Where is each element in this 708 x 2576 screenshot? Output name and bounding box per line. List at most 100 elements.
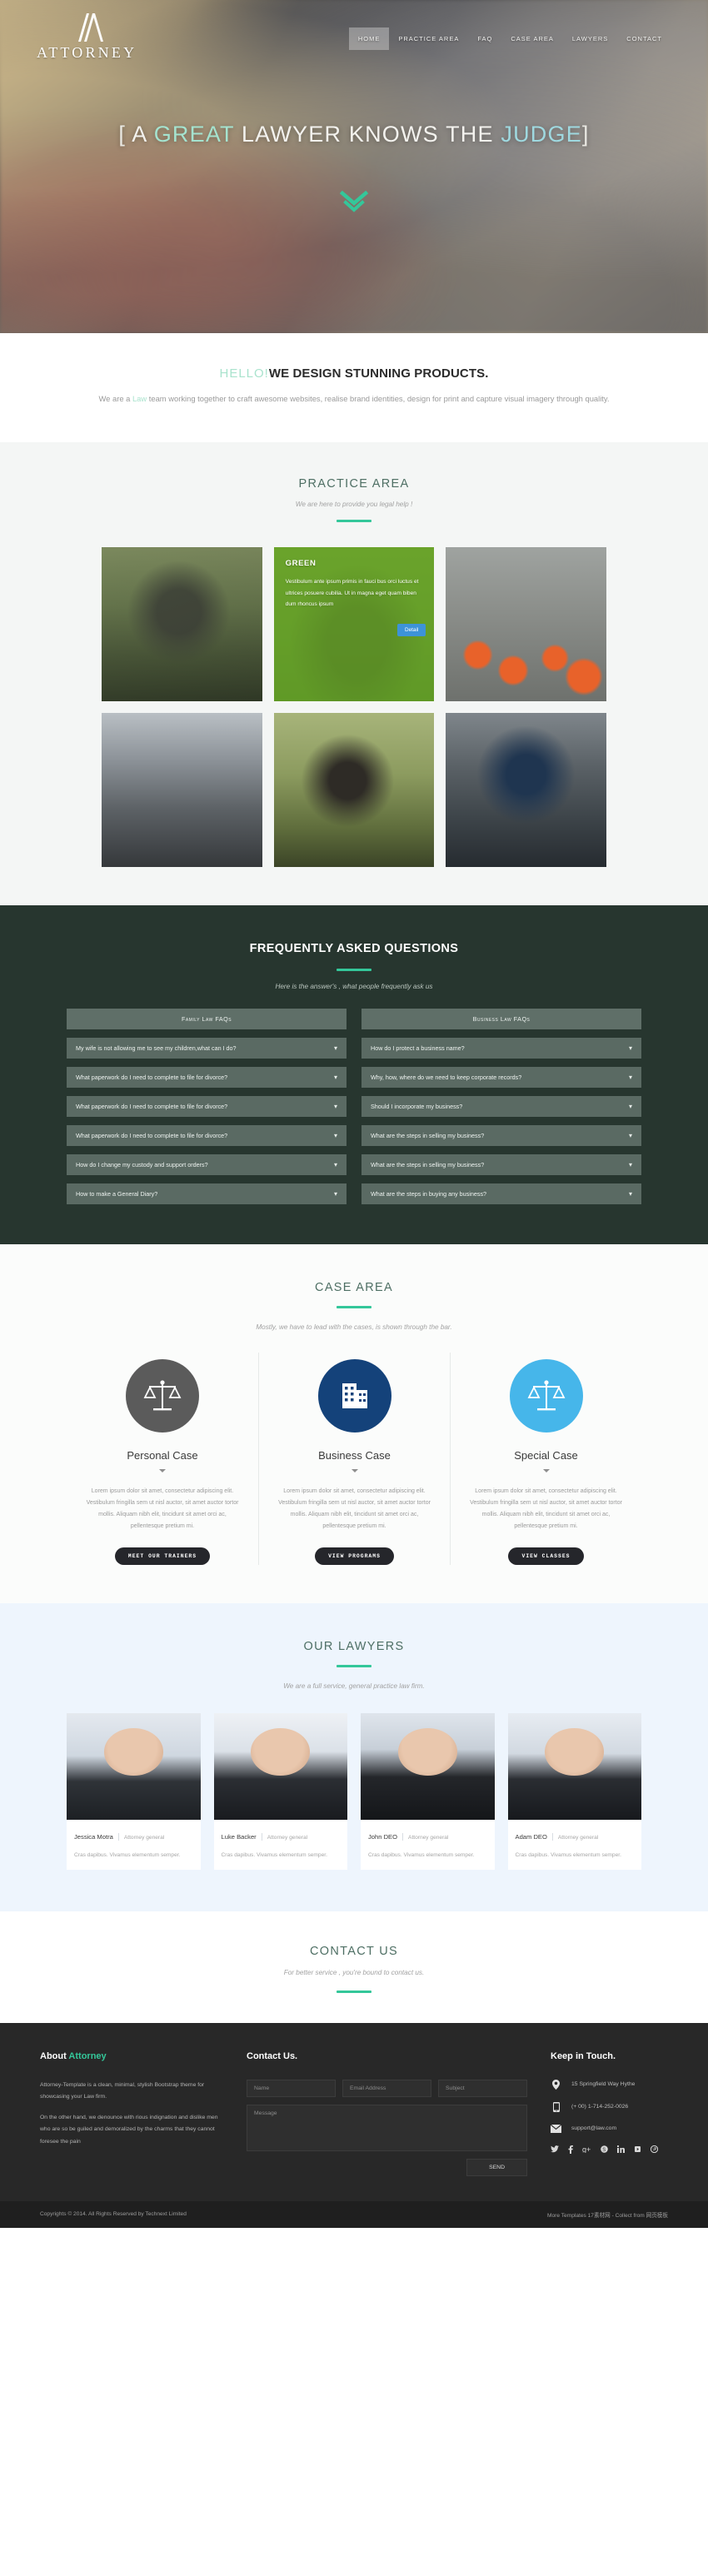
view-classes-button[interactable]: VIEW CLASSES	[508, 1547, 584, 1566]
contact-us-subtitle: For better service , you're bound to con…	[283, 1968, 425, 1976]
practice-tile-text: Vestibulum ante ipsum primis in fauci bu…	[285, 579, 419, 607]
contact-us-title: CONTACT US	[310, 1944, 398, 1958]
lawyer-description: Cras dapibus. Vivamus elementum semper.	[368, 1852, 475, 1859]
faq-question-text: How do I change my custody and support o…	[76, 1161, 208, 1169]
faq-accordion-item[interactable]: What are the steps in selling my busines…	[361, 1125, 641, 1147]
scroll-down-button[interactable]	[0, 191, 708, 217]
practice-tile[interactable]	[446, 547, 606, 702]
section-divider-rule	[337, 1990, 371, 1993]
practice-tile[interactable]	[446, 713, 606, 868]
lawyer-name: Adam DEO	[516, 1833, 553, 1841]
lawyer-card[interactable]: John DEO Attorney general Cras dapibus. V…	[361, 1713, 495, 1870]
chevron-down-icon: ▾	[333, 1190, 337, 1198]
faq-accordion-item[interactable]: What paperwork do I need to complete to …	[67, 1067, 347, 1089]
faq-column-business-law: Business Law FAQs How do I protect a bus…	[361, 1009, 641, 1205]
subject-input[interactable]	[438, 2079, 527, 2097]
hero-close-bracket: ]	[581, 122, 590, 147]
site-logo[interactable]: ATTORNEY	[37, 12, 137, 62]
contact-us-header-section: CONTACT US For better service , you're b…	[0, 1911, 708, 2023]
faq-accordion-item[interactable]: What are the steps in buying any busines…	[361, 1183, 641, 1205]
faq-accordion-item[interactable]: How to make a General Diary? ▾	[67, 1183, 347, 1205]
lawyer-card[interactable]: Luke Backer Attorney general Cras dapibus…	[213, 1713, 348, 1870]
practice-area-title: PRACTICE AREA	[298, 477, 410, 491]
case-area-subtitle: Mostly, we have to lead with the cases, …	[256, 1323, 452, 1332]
case-area-header: CASE AREA Mostly, we have to lead with t…	[0, 1281, 708, 1331]
faq-accordion-item[interactable]: How do I change my custody and support o…	[67, 1154, 347, 1176]
case-card-text: Lorem ipsum dolor sit amet, consectetur …	[278, 1488, 431, 1530]
case-area-section: CASE AREA Mostly, we have to lead with t…	[0, 1244, 708, 1604]
email-input[interactable]	[342, 2079, 431, 2097]
lawyer-portrait	[213, 1713, 347, 1821]
contact-form-heading: Contact Us.	[247, 2050, 298, 2061]
lawyer-description: Cras dapibus. Vivamus elementum semper.	[515, 1852, 621, 1859]
intro-heading: HELLO!WE DESIGN STUNNING PRODUCTS.	[75, 366, 633, 381]
send-button[interactable]: SEND	[466, 2158, 527, 2176]
faq-accordion-item[interactable]: What paperwork do I need to complete to …	[67, 1096, 347, 1118]
case-area-cards: Personal Case Lorem ipsum dolor sit amet…	[67, 1353, 641, 1566]
practice-tile[interactable]	[102, 547, 262, 702]
faq-accordion-item[interactable]: Why, how, where do we need to keep corpo…	[361, 1067, 641, 1089]
practice-tile[interactable]	[273, 713, 435, 868]
lawyer-portrait	[507, 1713, 641, 1821]
chevron-down-icon: ▾	[333, 1074, 337, 1082]
practice-tile[interactable]	[102, 713, 262, 868]
pinterest-icon[interactable]	[651, 2145, 658, 2154]
lawyer-meta: Luke Backer Attorney general Cras dapibus…	[214, 1820, 348, 1861]
lawyers-subtitle: We are a full service, general practice …	[283, 1682, 425, 1691]
scales-of-justice-icon	[509, 1359, 583, 1433]
footer-keep-in-touch-column: Keep in Touch. 15 Springfield Way Hythe …	[551, 2051, 708, 2176]
phone-row: (+ 00) 1-714-252-0026	[551, 2101, 708, 2112]
faq-accordion-item[interactable]: Should I incorporate my business? ▾	[361, 1096, 641, 1118]
case-card-text: Lorem ipsum dolor sit amet, consectetur …	[86, 1488, 239, 1530]
view-programs-button[interactable]: VIEW PROGRAMS	[315, 1547, 394, 1566]
main-navigation: HOME PRACTICE AREA FAQ CASE AREA LAWYERS…	[348, 27, 671, 50]
case-card-text: Lorem ipsum dolor sit amet, consectetur …	[470, 1488, 622, 1530]
lawyer-card[interactable]: Jessica Motra Attorney general Cras dapib…	[67, 1713, 201, 1870]
practice-area-subtitle: We are here to provide you legal help !	[295, 501, 413, 509]
office-building-icon	[317, 1359, 391, 1433]
faq-accordion-item[interactable]: What paperwork do I need to complete to …	[67, 1125, 347, 1147]
more-templates-text: More Templates 17素材网 - Collect from 网页模板	[547, 2212, 668, 2219]
practice-tile-green-hovered[interactable]: GREEN Vestibulum ante ipsum primis in fa…	[273, 547, 435, 702]
nav-item-faq[interactable]: FAQ	[468, 27, 501, 50]
section-divider-rule	[337, 969, 371, 972]
faq-accordion-item[interactable]: My wife is not allowing me to see my chi…	[67, 1038, 347, 1059]
lawyer-meta: Adam DEO Attorney general Cras dapibus. V…	[508, 1820, 642, 1861]
name-input[interactable]	[247, 2079, 336, 2097]
youtube-icon[interactable]	[634, 2145, 641, 2153]
nav-item-home[interactable]: HOME	[348, 27, 390, 50]
nav-item-practice-area[interactable]: PRACTICE AREA	[389, 27, 468, 50]
section-divider-rule	[337, 1665, 371, 1668]
chevron-down-icon: ▾	[333, 1132, 337, 1140]
nav-item-lawyers[interactable]: LAWYERS	[563, 27, 617, 50]
nav-item-contact[interactable]: CONTACT	[617, 27, 671, 50]
intro-body-post: team working together to craft awesome w…	[147, 394, 610, 403]
section-divider-rule	[337, 520, 371, 523]
lawyer-role: Attorney general	[408, 1835, 449, 1841]
skype-icon[interactable]: S	[601, 2145, 608, 2153]
linkedin-icon[interactable]	[617, 2145, 625, 2154]
about-paragraph-1: Attorney-Template is a clean, minimal, s…	[40, 2081, 205, 2100]
practice-tile-detail-button[interactable]: Detail	[396, 624, 426, 637]
intro-hello-text: HELLO!	[219, 366, 269, 381]
intro-heading-text: WE DESIGN STUNNING PRODUCTS.	[268, 366, 489, 381]
message-textarea[interactable]	[247, 2104, 527, 2151]
lawyer-name: Jessica Motra	[74, 1833, 119, 1841]
copyright-text: Copyrights © 2014. All Rights Reserved b…	[40, 2211, 187, 2218]
nav-item-case-area[interactable]: CASE AREA	[501, 27, 563, 50]
lawyer-card[interactable]: Adam DEO Attorney general Cras dapibus. V…	[507, 1713, 642, 1870]
logo-wordmark: ATTORNEY	[37, 44, 137, 61]
faq-accordion-item[interactable]: How do I protect a business name? ▾	[361, 1038, 641, 1059]
facebook-icon[interactable]	[568, 2145, 573, 2154]
lawyers-grid: Jessica Motra Attorney general Cras dapib…	[67, 1713, 642, 1870]
google-plus-icon[interactable]: g+	[582, 2145, 591, 2153]
lawyers-section: OUR LAWYERS We are a full service, gener…	[0, 1603, 708, 1911]
faq-title: FREQUENTLY ASKED QUESTIONS	[249, 942, 459, 956]
faq-section: FREQUENTLY ASKED QUESTIONS Here is the a…	[0, 905, 708, 1245]
faq-accordion-item[interactable]: What are the steps in selling my busines…	[361, 1154, 641, 1176]
faq-column-header-business: Business Law FAQs	[361, 1009, 641, 1030]
header-bar: ATTORNEY HOME PRACTICE AREA FAQ CASE ARE…	[0, 0, 708, 62]
twitter-icon[interactable]	[551, 2145, 559, 2153]
case-card-title: Special Case	[514, 1449, 578, 1462]
meet-our-trainers-button[interactable]: MEET OUR TRAINERS	[114, 1547, 211, 1566]
